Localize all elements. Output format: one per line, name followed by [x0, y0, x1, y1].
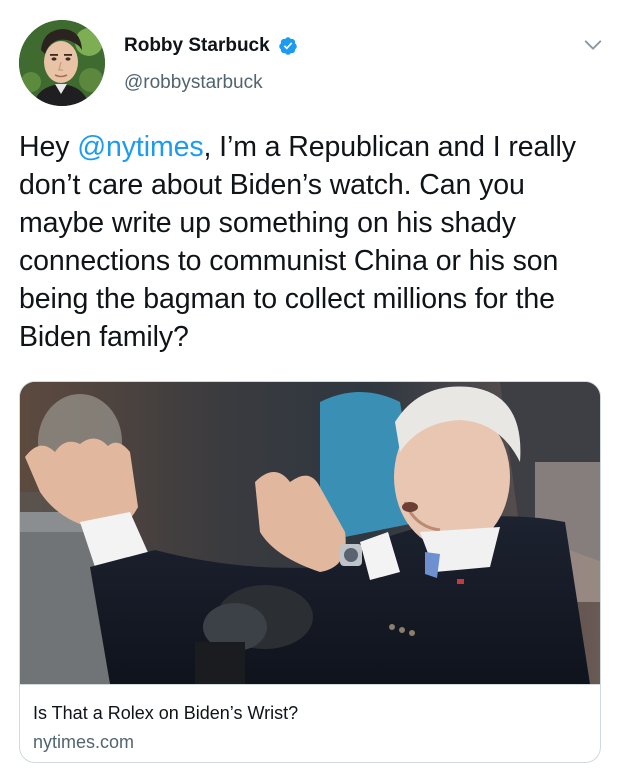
verified-badge-icon [278, 36, 298, 56]
card-meta[interactable]: Is That a Rolex on Biden’s Wrist? nytime… [20, 684, 600, 762]
mention-link[interactable]: @nytimes [77, 131, 203, 163]
author-display-name[interactable]: Robby Starbuck [124, 35, 270, 57]
card-image[interactable] [20, 382, 600, 684]
tweet-text-body: , I’m a Republican and I really don’t ca… [19, 131, 576, 353]
profile-photo-icon [19, 20, 105, 106]
card-domain[interactable]: nytimes.com [33, 731, 587, 753]
tweet-text-prefix: Hey [19, 131, 78, 163]
tweet: Robby Starbuck @robbystarbuck Hey @nytim… [0, 0, 619, 768]
link-card[interactable]: Is That a Rolex on Biden’s Wrist? nytime… [19, 381, 601, 763]
tweet-author[interactable]: Robby Starbuck @robbystarbuck [124, 34, 298, 94]
avatar[interactable] [19, 20, 105, 106]
card-photo-icon [20, 382, 600, 684]
tweet-text: Hey @nytimes, I’m a Republican and I rea… [19, 128, 609, 356]
more-options-chevron-down-icon[interactable] [582, 34, 604, 56]
card-title[interactable]: Is That a Rolex on Biden’s Wrist? [33, 702, 587, 724]
author-handle[interactable]: @robbystarbuck [124, 72, 298, 94]
